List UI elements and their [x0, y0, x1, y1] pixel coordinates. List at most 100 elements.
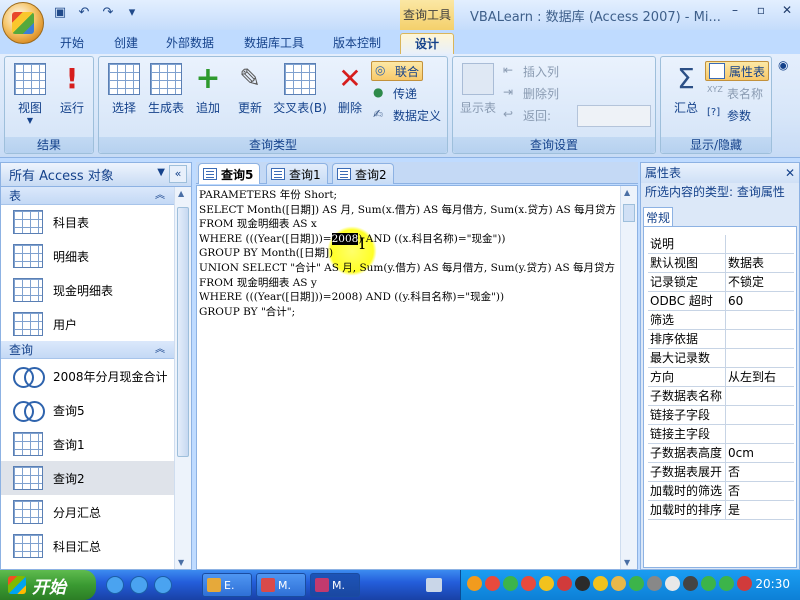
tab-database-tools[interactable]: 数据库工具 — [236, 33, 312, 54]
tab-home[interactable]: 开始 — [50, 33, 94, 54]
property-sheet-button[interactable]: 属性表 — [705, 61, 770, 81]
clock[interactable]: 20:30 — [755, 577, 790, 591]
office-button[interactable] — [2, 2, 44, 44]
update-button[interactable]: ✎ 更新 — [227, 61, 273, 127]
view-button[interactable]: 视图 ▼ — [7, 61, 53, 127]
undo-icon[interactable]: ↶ — [74, 5, 94, 23]
doc-tab-query1[interactable]: 查询1 — [266, 163, 328, 184]
tray-icon-16[interactable] — [737, 576, 752, 591]
media-icon[interactable] — [154, 576, 172, 594]
tray-icon-5[interactable] — [539, 576, 554, 591]
nav-scrollbar[interactable]: ▲ ▼ — [174, 187, 191, 569]
nav-item-query[interactable]: 2008年分月现金合计 — [1, 359, 175, 393]
property-row[interactable]: 排序依据 — [648, 330, 794, 349]
nav-item-table[interactable]: 用户 — [1, 307, 175, 341]
table-names-button[interactable]: XYZ 表名称 — [707, 83, 763, 103]
sql-text[interactable]: PARAMETERS 年份 Short; SELECT Month([日期]) … — [199, 188, 619, 319]
tray-icon-1[interactable] — [467, 576, 482, 591]
collapse-nav-pane-button[interactable]: « — [169, 165, 187, 183]
sql-editor[interactable]: PARAMETERS 年份 Short; SELECT Month([日期]) … — [196, 185, 638, 570]
property-row[interactable]: 子数据表展开否 — [648, 463, 794, 482]
browser-icon[interactable] — [130, 576, 148, 594]
minimize-button[interactable]: – — [722, 0, 748, 20]
union-button[interactable]: ◎ 联合 — [371, 61, 424, 81]
pass-through-button[interactable]: ● 传递 — [373, 83, 417, 103]
nav-item-query[interactable]: 查询5 — [1, 393, 175, 427]
scroll-down-icon[interactable]: ▼ — [624, 558, 630, 567]
nav-item-table[interactable]: 科目表 — [1, 205, 175, 239]
property-row[interactable]: 说明 — [648, 235, 794, 254]
tab-general[interactable]: 常规 — [643, 207, 673, 227]
parameters-button[interactable]: [?] 参数 — [707, 105, 751, 125]
tray-icon-13[interactable] — [683, 576, 698, 591]
nav-item-query[interactable]: 科目汇总 — [1, 529, 175, 563]
append-button[interactable]: + 追加 — [185, 61, 231, 127]
doc-tab-query2[interactable]: 查询2 — [332, 163, 394, 184]
qat-customize-icon[interactable]: ▾ — [122, 5, 142, 23]
data-definition-button[interactable]: ✍ 数据定义 — [373, 105, 441, 125]
ribbon-help-icon[interactable]: ◉ — [778, 58, 788, 72]
redo-icon[interactable]: ↷ — [98, 5, 118, 23]
delete-column-button[interactable]: ⇥ 删除列 — [503, 83, 559, 103]
property-row[interactable]: 最大记录数 — [648, 349, 794, 368]
tab-create[interactable]: 创建 — [104, 33, 148, 54]
tab-design[interactable]: 设计 — [400, 33, 454, 54]
property-row[interactable]: 默认视图 数据表 — [648, 254, 794, 273]
keyboard-icon[interactable] — [426, 578, 442, 592]
editor-scroll-thumb[interactable] — [623, 204, 635, 222]
select-query-button[interactable]: 选择 — [101, 61, 147, 127]
tray-icon-3[interactable] — [503, 576, 518, 591]
property-row[interactable]: 链接子字段 — [648, 406, 794, 425]
nav-item-table[interactable]: 现金明细表 — [1, 273, 175, 307]
taskbar-button-explorer[interactable]: E. — [202, 573, 252, 597]
show-table-button[interactable]: 显示表 — [455, 61, 501, 127]
tab-version-control[interactable]: 版本控制 — [326, 33, 388, 54]
tray-icon-14[interactable] — [701, 576, 716, 591]
tray-icon-4[interactable] — [521, 576, 536, 591]
tray-icon-15[interactable] — [719, 576, 734, 591]
ie-icon[interactable] — [106, 576, 124, 594]
nav-item-query[interactable]: 查询1 — [1, 427, 175, 461]
tray-icon-6[interactable] — [557, 576, 572, 591]
tab-external-data[interactable]: 外部数据 — [158, 33, 222, 54]
nav-section-tables[interactable]: 表 ︽ — [1, 187, 175, 205]
editor-scrollbar[interactable]: ▲ ▼ — [620, 186, 637, 569]
save-icon[interactable]: ▣ — [50, 5, 70, 23]
chevron-up-icon[interactable]: ︽ — [155, 341, 165, 359]
taskbar-button-m1[interactable]: M. — [256, 573, 306, 597]
tray-icon-12[interactable] — [665, 576, 680, 591]
return-combobox[interactable] — [577, 105, 651, 127]
tray-icon-7[interactable] — [575, 576, 590, 591]
chevron-down-icon[interactable]: ▼ — [157, 167, 165, 178]
nav-section-queries[interactable]: 查询 ︽ — [1, 341, 175, 359]
tray-icon-11[interactable] — [647, 576, 662, 591]
start-button[interactable]: 开始 — [0, 570, 96, 600]
scroll-up-icon[interactable]: ▲ — [624, 188, 630, 197]
property-row[interactable]: 方向 从左到右 — [648, 368, 794, 387]
tray-icon-2[interactable] — [485, 576, 500, 591]
restore-button[interactable]: ▫ — [748, 0, 774, 20]
run-button[interactable]: ! 运行 — [49, 61, 95, 127]
tray-icon-10[interactable] — [629, 576, 644, 591]
crosstab-button[interactable]: 交叉表(B) — [271, 61, 329, 127]
doc-tab-query5[interactable]: 查询5 — [198, 163, 261, 184]
property-row[interactable]: 筛选 — [648, 311, 794, 330]
property-row[interactable]: ODBC 超时 60 — [648, 292, 794, 311]
property-row[interactable]: 子数据表名称 — [648, 387, 794, 406]
scroll-up-icon[interactable]: ▲ — [178, 189, 184, 198]
nav-item-query[interactable]: 查询2 — [1, 461, 175, 495]
property-row[interactable]: 链接主字段 — [648, 425, 794, 444]
property-row[interactable]: 记录锁定 不锁定 — [648, 273, 794, 292]
taskbar-button-m2[interactable]: M. — [310, 573, 360, 597]
close-icon[interactable]: ✕ — [785, 163, 795, 183]
tray-icon-8[interactable] — [593, 576, 608, 591]
tray-icon-9[interactable] — [611, 576, 626, 591]
insert-column-button[interactable]: ⇤ 插入列 — [503, 61, 559, 81]
close-button[interactable]: ✕ — [774, 0, 800, 20]
delete-query-button[interactable]: ✕ 删除 — [327, 61, 373, 127]
nav-item-query[interactable]: 分月汇总 — [1, 495, 175, 529]
make-table-button[interactable]: 生成表 — [143, 61, 189, 127]
nav-pane-header[interactable]: 所有 Access 对象 ▼ « — [1, 163, 191, 187]
property-row[interactable]: 子数据表高度 0cm — [648, 444, 794, 463]
scroll-down-icon[interactable]: ▼ — [178, 558, 184, 567]
